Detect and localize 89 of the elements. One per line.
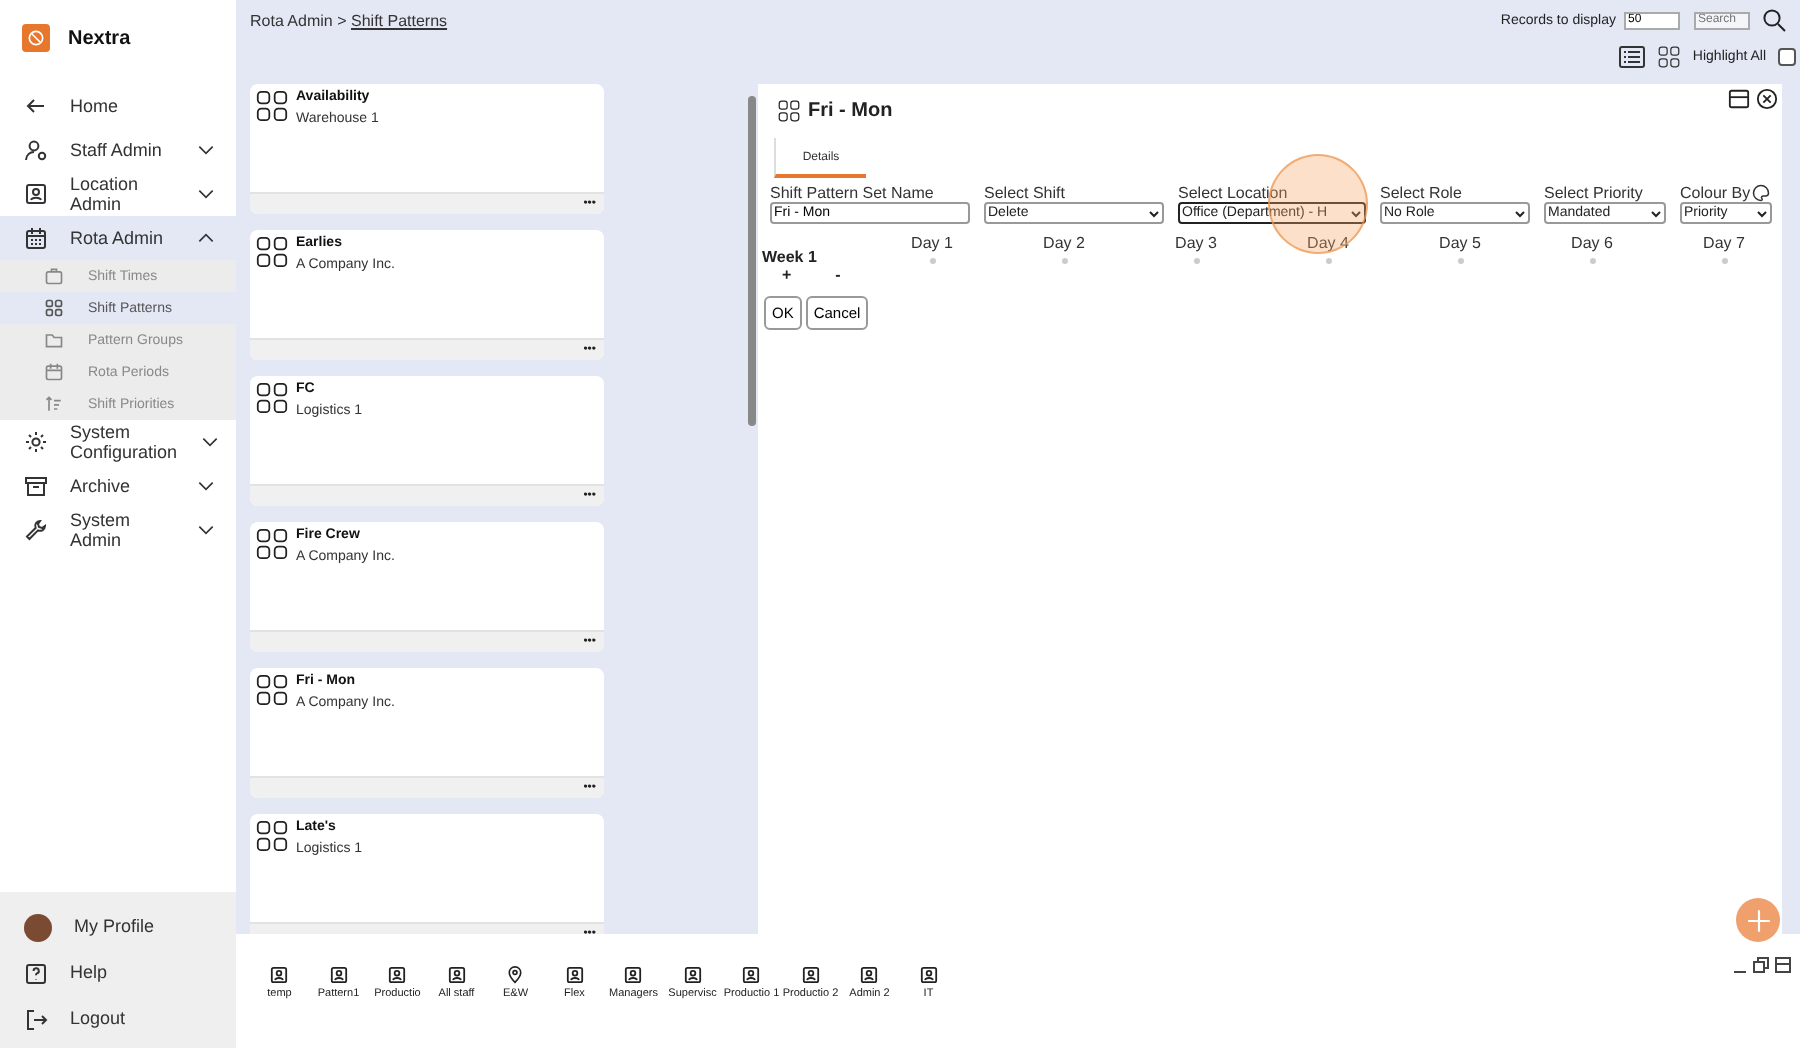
breadcrumb-parent[interactable]: Rota Admin xyxy=(250,11,333,29)
user-badge-icon xyxy=(860,966,879,984)
logout-icon xyxy=(24,1007,48,1031)
sidebar-item[interactable]: Rota Admin xyxy=(0,216,236,260)
sidebar-item[interactable]: System Admin xyxy=(0,508,236,552)
grid-icon xyxy=(44,298,64,318)
field-label: Colour By xyxy=(1680,184,1751,202)
day-header: Day 6 xyxy=(1571,234,1613,252)
pattern-grid-icon xyxy=(256,90,288,122)
app-name: Nextra xyxy=(68,27,131,49)
user-badge-icon xyxy=(919,966,938,984)
highlight-all-checkbox[interactable] xyxy=(1778,48,1796,66)
pattern-grid-icon xyxy=(256,674,288,706)
day-dot xyxy=(1061,258,1067,264)
pattern-grid-icon xyxy=(778,100,800,122)
user-badge-icon xyxy=(388,966,407,984)
calendar-icon xyxy=(44,362,64,382)
sidebar-item[interactable]: Help xyxy=(0,950,236,996)
user-badge-icon xyxy=(683,966,702,984)
caret-icon xyxy=(1514,207,1526,219)
day-header: Day 2 xyxy=(1043,234,1085,252)
breadcrumb-separator: > xyxy=(337,11,347,29)
day-dot xyxy=(1721,258,1727,264)
user-badge-icon xyxy=(624,966,643,984)
sidebar-item[interactable]: System Configuration xyxy=(0,420,236,464)
field-label: Shift Pattern Set Name xyxy=(770,184,934,202)
remove-week-button[interactable]: - xyxy=(835,266,841,284)
day-header: Day 7 xyxy=(1703,234,1745,252)
day-header: Day 1 xyxy=(911,234,953,252)
grid-view-icon[interactable] xyxy=(1658,46,1681,68)
avatar xyxy=(24,913,52,941)
pattern-grid-icon xyxy=(256,236,288,268)
user-badge-icon xyxy=(329,966,348,984)
chevron-down-icon xyxy=(196,476,216,496)
user-badge-icon xyxy=(742,966,761,984)
day-dot xyxy=(929,258,935,264)
day-header: Day 5 xyxy=(1439,234,1481,252)
briefcase-icon xyxy=(44,266,64,286)
day-header: Day 3 xyxy=(1175,234,1217,252)
pin-icon xyxy=(506,966,525,984)
add-week-button[interactable]: + xyxy=(782,266,792,284)
chevron-down-icon xyxy=(199,432,220,452)
day-dot xyxy=(1193,258,1199,264)
wrench-icon xyxy=(24,518,48,542)
archive-box-icon xyxy=(24,474,48,498)
sidebar-item[interactable]: Location Admin xyxy=(0,172,236,216)
caret-icon xyxy=(1756,207,1768,219)
sidebar-item[interactable]: My Profile xyxy=(0,904,236,950)
field-label: Select Priority xyxy=(1544,184,1643,202)
breadcrumb-current[interactable]: Shift Patterns xyxy=(351,11,448,29)
day-dot xyxy=(1589,258,1595,264)
pattern-grid-icon xyxy=(256,528,288,560)
id-card-icon xyxy=(24,182,48,206)
calendar-icon xyxy=(24,226,48,250)
caret-icon xyxy=(1350,207,1362,219)
field-label: Select Shift xyxy=(984,184,1065,202)
logo-icon xyxy=(22,24,50,52)
close-icon[interactable] xyxy=(1756,88,1778,110)
user-badge-icon xyxy=(565,966,584,984)
chevron-down-icon xyxy=(196,184,216,204)
user-badge-icon xyxy=(270,966,289,984)
folder-icon xyxy=(44,330,64,350)
user-badge-icon xyxy=(447,966,466,984)
day-dot xyxy=(1457,258,1463,264)
back-arrow-icon xyxy=(24,94,48,118)
help-icon xyxy=(24,961,48,985)
dock-icon[interactable] xyxy=(1728,88,1750,110)
restore-icon[interactable] xyxy=(1752,956,1770,974)
caret-icon xyxy=(1650,207,1662,219)
week-label: Week 1 xyxy=(762,246,819,266)
day-dot xyxy=(1325,258,1331,264)
sidebar-item[interactable]: Archive xyxy=(0,464,236,508)
pattern-grid-icon xyxy=(256,382,288,414)
panel-title: Fri - Mon xyxy=(808,100,893,122)
gear-icon xyxy=(24,430,48,454)
chevron-down-icon xyxy=(196,140,216,160)
pattern-grid-icon xyxy=(256,820,288,852)
sidebar-item[interactable]: Logout xyxy=(0,996,236,1042)
chevron-down-icon xyxy=(196,520,216,540)
caret-icon xyxy=(1148,207,1160,219)
maximize-icon[interactable] xyxy=(1774,956,1792,974)
plus-icon xyxy=(1745,907,1771,933)
sort-icon xyxy=(44,394,64,414)
field-label: Select Role xyxy=(1380,184,1462,202)
list-view-icon[interactable] xyxy=(1618,44,1647,70)
sidebar-item[interactable]: Home xyxy=(0,84,236,128)
search-icon[interactable] xyxy=(1762,8,1786,32)
sidebar-item[interactable]: Staff Admin xyxy=(0,128,236,172)
user-badge-icon xyxy=(801,966,820,984)
